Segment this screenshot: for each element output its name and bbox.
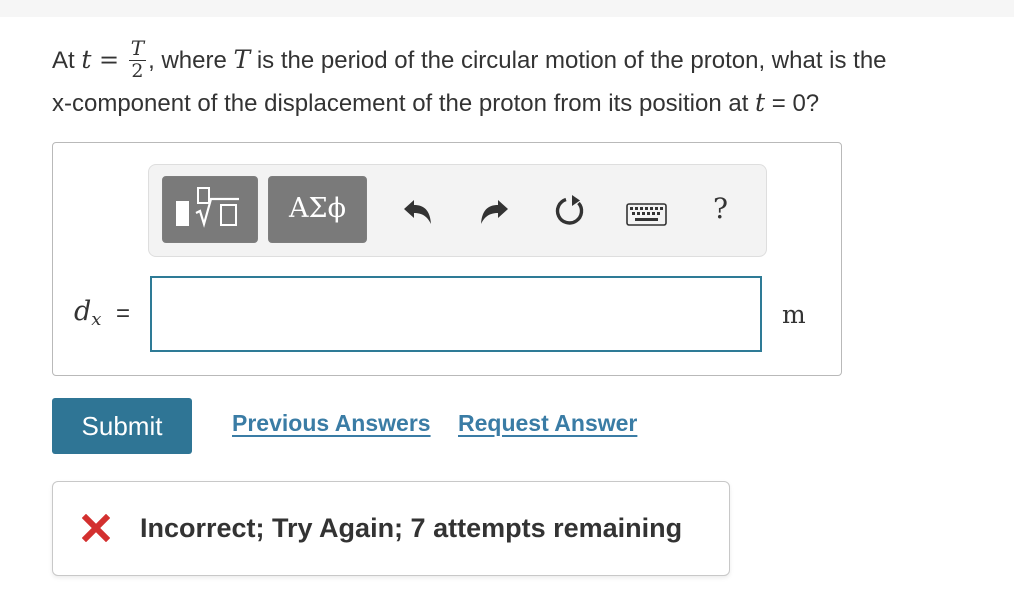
incorrect-x-icon <box>82 514 110 542</box>
redo-icon[interactable] <box>478 197 512 227</box>
top-bar <box>0 0 1014 17</box>
unit-label: m <box>782 300 806 329</box>
templates-icon <box>176 187 239 228</box>
help-icon[interactable]: ? <box>713 192 728 225</box>
reset-icon[interactable] <box>551 193 587 229</box>
greek-symbols-button[interactable]: ΑΣϕ <box>268 176 367 243</box>
feedback-message: Incorrect; Try Again; 7 attempts remaini… <box>140 513 683 543</box>
templates-button[interactable] <box>162 176 258 243</box>
question-text: At t = T2, where T is the period of the … <box>52 36 887 118</box>
answer-variable-label: dx <box>74 296 102 330</box>
previous-answers-link[interactable]: Previous Answers <box>232 410 431 437</box>
submit-button[interactable]: Submit <box>52 398 192 454</box>
request-answer-link[interactable]: Request Answer <box>458 410 637 437</box>
undo-icon[interactable] <box>400 197 434 227</box>
answer-input[interactable] <box>150 276 762 352</box>
keyboard-icon[interactable] <box>626 203 667 226</box>
fraction-t-over-2: T2 <box>128 36 147 83</box>
equals-sign: = <box>116 300 131 327</box>
